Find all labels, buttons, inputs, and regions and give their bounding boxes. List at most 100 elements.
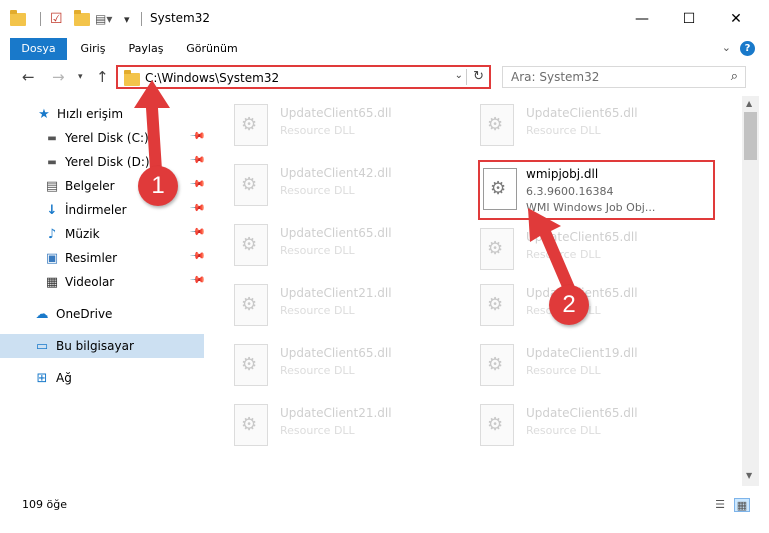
search-input[interactable]: Ara: System32 ⌕ xyxy=(502,66,746,88)
sidebar-item-videos[interactable]: ▦ Videolar 📌 xyxy=(0,270,206,294)
sidebar-item-label: Yerel Disk (C:) xyxy=(65,131,149,145)
address-folder-icon xyxy=(124,70,140,86)
details-view-icon[interactable]: ☰ xyxy=(712,498,728,512)
drive-icon: ▬ xyxy=(47,156,57,168)
file-name: UpdateClient65.dll xyxy=(526,106,638,120)
computer-icon: ▭ xyxy=(35,338,49,354)
file-item[interactable]: UpdateClient65.dll Resource DLL xyxy=(206,98,446,154)
large-icons-view-icon[interactable]: ▦ xyxy=(734,498,750,512)
item-count: 109 öğe xyxy=(22,498,67,511)
status-bar: 109 öğe ☰ ▦ xyxy=(0,488,769,522)
sidebar-item-this-pc[interactable]: ▭ Bu bilgisayar xyxy=(0,334,204,358)
forward-button[interactable]: → xyxy=(52,68,65,86)
sidebar-item-pictures[interactable]: ▣ Resimler 📌 xyxy=(0,246,206,270)
tab-share[interactable]: Paylaş xyxy=(123,38,169,60)
sidebar-item-label: OneDrive xyxy=(56,307,113,321)
ribbon-tabs: Dosya Giriş Paylaş Görünüm ⌄ ? xyxy=(0,38,769,60)
dll-file-icon xyxy=(234,104,268,146)
address-bar[interactable]: C:\Windows\System32 ⌄ ↻ xyxy=(116,65,491,89)
pin-icon: 📌 xyxy=(188,224,206,241)
dll-file-icon xyxy=(234,404,268,446)
sidebar-item-local-disk-c[interactable]: ▬ Yerel Disk (C:) 📌 xyxy=(0,126,206,150)
pin-icon: 📌 xyxy=(188,176,206,193)
close-button[interactable]: ✕ xyxy=(713,0,759,38)
file-item[interactable]: UpdateClient21.dll Resource DLL xyxy=(206,398,446,454)
sidebar-item-downloads[interactable]: ↓ İndirmeler 📌 xyxy=(0,198,206,222)
customize-toolbar-icon[interactable]: ▤▾ xyxy=(95,10,112,28)
sidebar-item-label: Yerel Disk (D:) xyxy=(65,155,150,169)
file-item[interactable]: UpdateClient42.dll Resource DLL xyxy=(206,158,446,214)
vertical-scrollbar[interactable]: ▲ ▼ xyxy=(742,96,759,486)
scroll-up-icon[interactable]: ▲ xyxy=(746,99,752,108)
download-icon: ↓ xyxy=(46,202,58,218)
file-item[interactable]: UpdateClient19.dll Resource DLL xyxy=(452,338,692,394)
dll-file-icon xyxy=(234,284,268,326)
back-button[interactable]: ← xyxy=(22,68,35,86)
file-item[interactable]: UpdateClient65.dll Resource DLL xyxy=(452,98,692,154)
file-description: Resource DLL xyxy=(280,304,355,317)
file-description: Resource DLL xyxy=(280,364,355,377)
sidebar-item-quick-access[interactable]: ★ Hızlı erişim xyxy=(0,102,204,126)
file-item[interactable]: UpdateClient65.dll Resource DLL xyxy=(452,222,692,278)
file-description: Resource DLL xyxy=(526,124,601,137)
dll-file-icon xyxy=(480,228,514,270)
quick-access-dropdown-icon[interactable]: ▾ xyxy=(124,10,130,28)
quick-access-separator xyxy=(40,12,41,26)
sidebar-item-label: Bu bilgisayar xyxy=(56,339,134,353)
file-item[interactable]: UpdateClient65.dll Resource DLL xyxy=(206,218,446,274)
file-name: UpdateClient65.dll xyxy=(526,230,638,244)
pin-icon: 📌 xyxy=(188,272,206,289)
file-name: UpdateClient42.dll xyxy=(280,166,392,180)
window-title: System32 xyxy=(150,11,211,25)
sidebar-item-label: Resimler xyxy=(65,251,118,265)
help-icon[interactable]: ? xyxy=(740,41,755,56)
pin-icon: 📌 xyxy=(188,128,206,145)
file-item-wmipjobj[interactable]: wmipjobj.dll 6.3.9600.16384 WMI Windows … xyxy=(478,160,715,220)
new-folder-icon[interactable] xyxy=(74,9,90,28)
address-path[interactable]: C:\Windows\System32 xyxy=(145,71,279,85)
dll-file-icon xyxy=(234,344,268,386)
sidebar-item-label: İndirmeler xyxy=(65,203,127,217)
dll-file-icon xyxy=(483,168,517,210)
up-button[interactable]: ↑ xyxy=(96,68,109,86)
scroll-thumb[interactable] xyxy=(744,112,757,160)
title-bar: ☑ ▤▾ ▾ System32 — ☐ ✕ xyxy=(0,0,769,38)
file-description: Resource DLL xyxy=(280,124,355,137)
dll-file-icon xyxy=(480,284,514,326)
dll-file-icon xyxy=(234,224,268,266)
file-item[interactable]: UpdateClient65.dll Resource DLL xyxy=(452,398,692,454)
maximize-button[interactable]: ☐ xyxy=(666,0,712,38)
address-dropdown-icon[interactable]: ⌄ xyxy=(455,70,463,81)
sidebar-item-onedrive[interactable]: ☁ OneDrive xyxy=(0,302,204,326)
file-description: Resource DLL xyxy=(280,184,355,197)
sidebar-item-label: Ağ xyxy=(56,371,72,385)
file-item[interactable]: UpdateClient65.dll Resource DLL xyxy=(206,338,446,394)
tab-view[interactable]: Görünüm xyxy=(180,38,244,60)
pictures-icon: ▣ xyxy=(45,250,59,266)
tab-home[interactable]: Giriş xyxy=(73,38,113,60)
file-description: WMI Windows Job Obj... xyxy=(526,201,656,214)
dll-file-icon xyxy=(480,104,514,146)
dll-file-icon xyxy=(480,404,514,446)
properties-icon[interactable]: ☑ xyxy=(50,10,63,28)
tab-file[interactable]: Dosya xyxy=(10,38,67,60)
dll-file-icon xyxy=(234,164,268,206)
file-list[interactable]: UpdateClient65.dll Resource DLL UpdateCl… xyxy=(206,96,742,486)
ribbon-collapse-icon[interactable]: ⌄ xyxy=(722,41,731,54)
network-icon: ⊞ xyxy=(36,370,48,386)
file-description: Resource DLL xyxy=(526,364,601,377)
sidebar-item-music[interactable]: ♪ Müzik 📌 xyxy=(0,222,206,246)
dll-file-icon xyxy=(480,344,514,386)
file-name: UpdateClient65.dll xyxy=(280,226,392,240)
star-icon: ★ xyxy=(38,106,50,122)
scroll-down-icon[interactable]: ▼ xyxy=(746,471,752,480)
file-item[interactable]: UpdateClient21.dll Resource DLL xyxy=(206,278,446,334)
file-name: UpdateClient65.dll xyxy=(280,346,392,360)
recent-locations-dropdown-icon[interactable]: ▾ xyxy=(78,72,83,82)
minimize-button[interactable]: — xyxy=(619,0,665,38)
sidebar-item-local-disk-d[interactable]: ▬ Yerel Disk (D:) 📌 xyxy=(0,150,205,174)
sidebar-item-network[interactable]: ⊞ Ağ xyxy=(0,366,204,390)
annotation-badge-1: 1 xyxy=(138,166,178,206)
search-icon[interactable]: ⌕ xyxy=(731,69,738,84)
refresh-icon[interactable]: ↻ xyxy=(473,69,484,84)
